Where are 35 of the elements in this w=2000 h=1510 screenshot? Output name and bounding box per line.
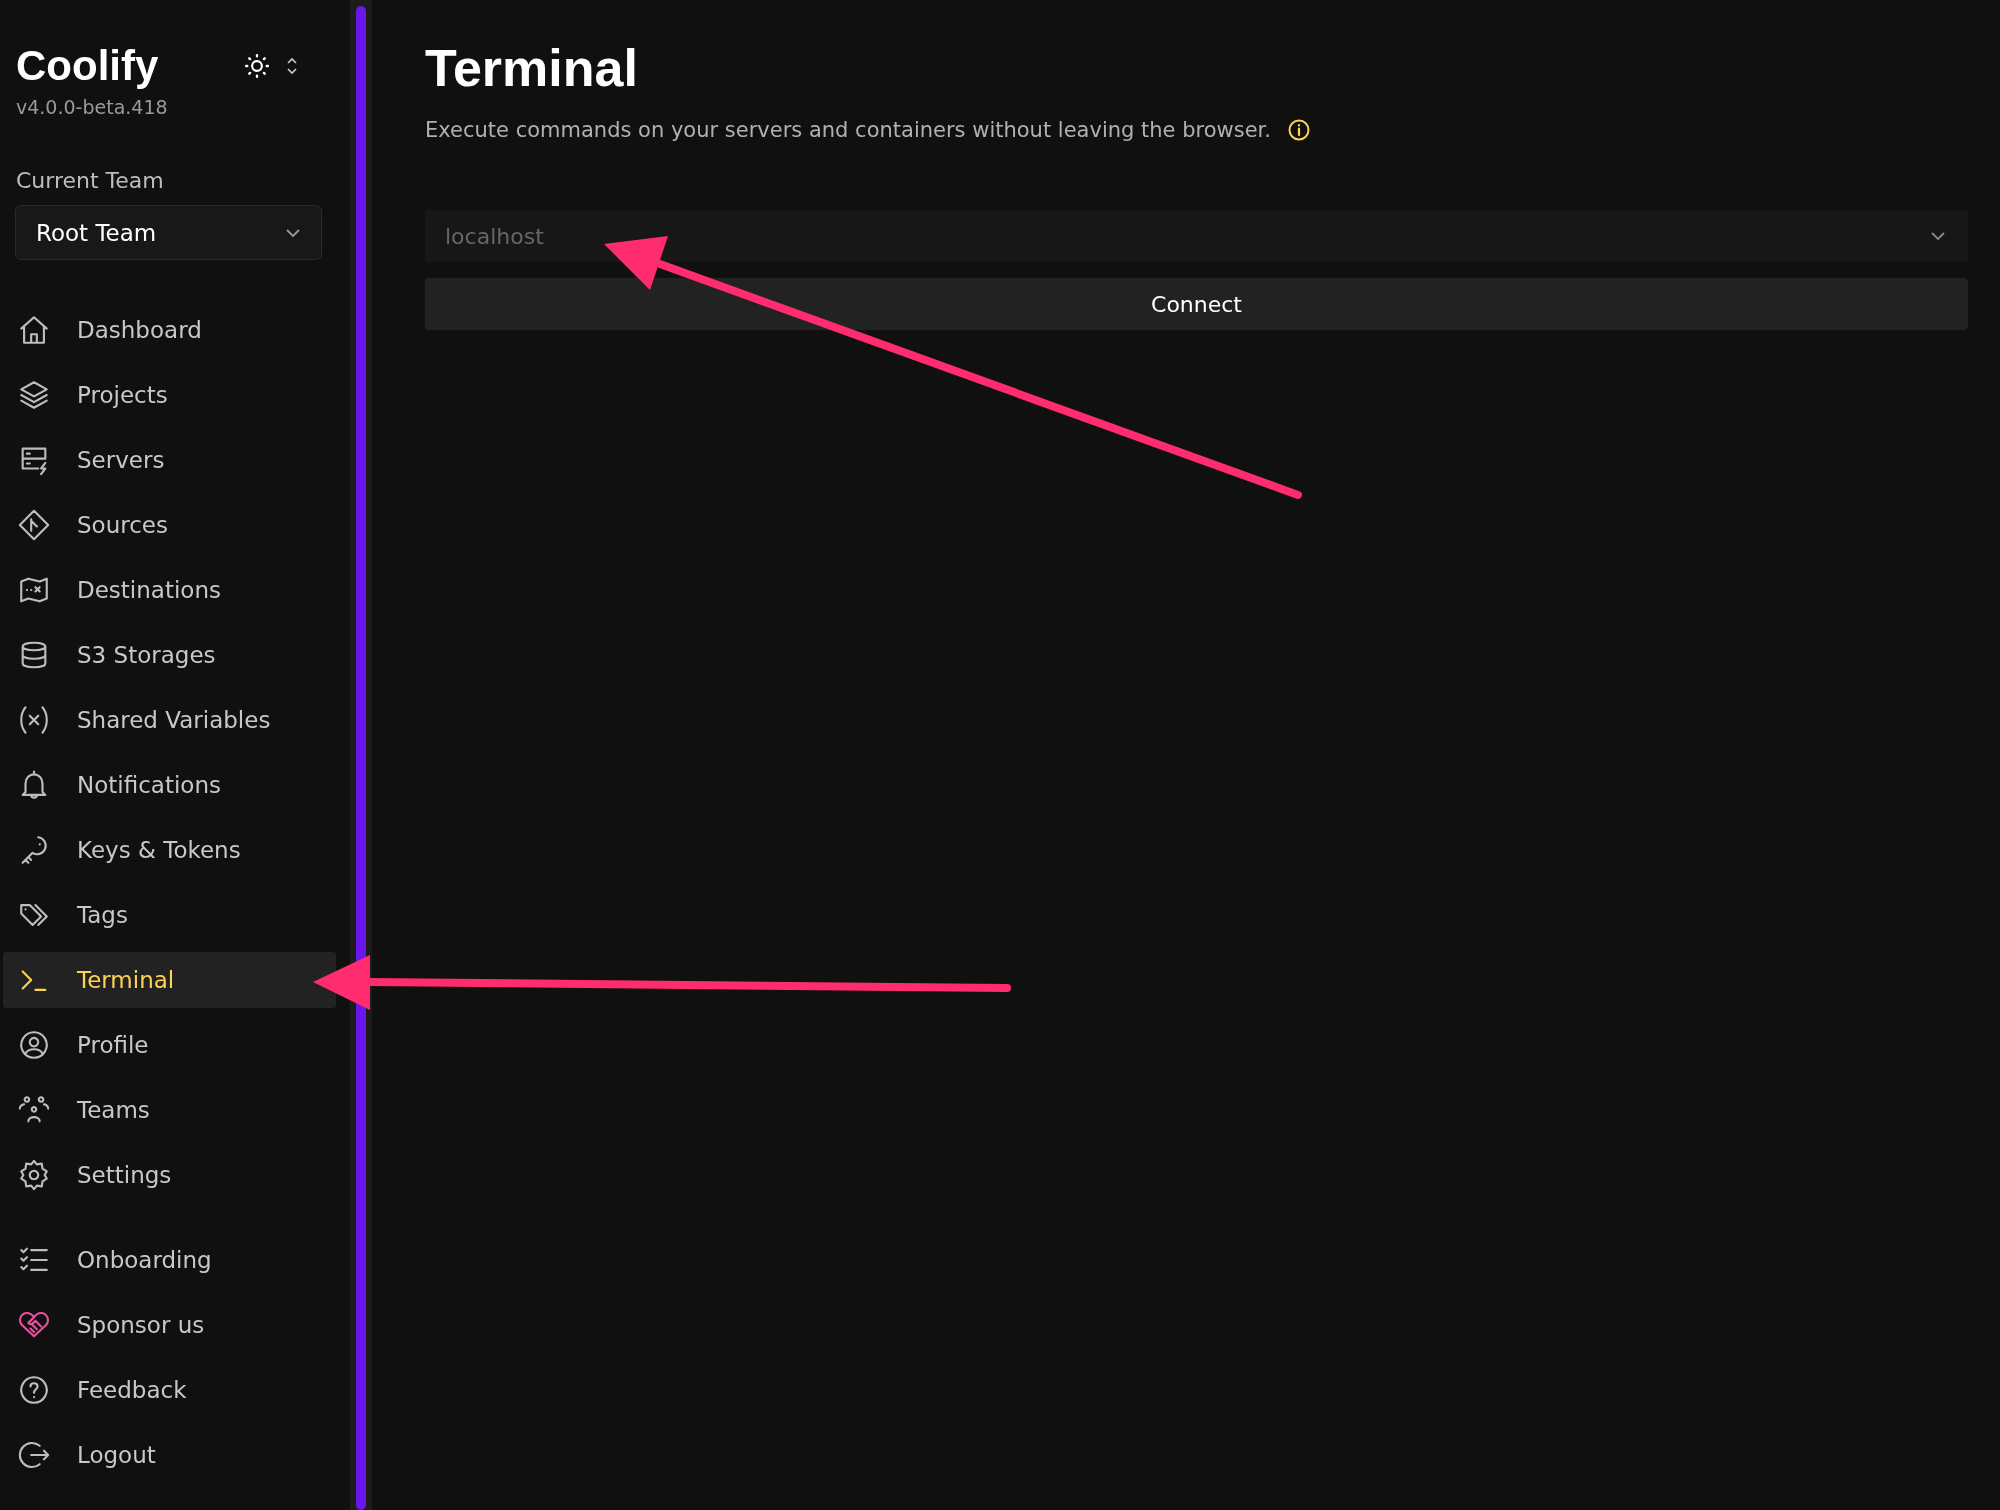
- chevron-updown-icon[interactable]: [286, 56, 298, 76]
- nav-item[interactable]: Onboarding: [3, 1232, 336, 1288]
- team-label: Current Team: [15, 167, 165, 195]
- layers-icon: [17, 378, 51, 412]
- connect-button[interactable]: Connect: [425, 278, 1968, 330]
- app-title: Coolify: [16, 42, 160, 90]
- git-diamond-icon: [17, 508, 51, 542]
- home-icon: [17, 313, 51, 347]
- nav-item[interactable]: Shared Variables: [3, 692, 336, 748]
- server-select[interactable]: localhost: [425, 210, 1968, 262]
- page-description: Execute commands on your servers and containers without leaving the browser.: [425, 118, 1271, 142]
- nav-item[interactable]: Teams: [3, 1082, 336, 1138]
- nav-item[interactable]: Sponsor us: [3, 1297, 336, 1353]
- page-title: Terminal: [425, 38, 639, 98]
- nav-item[interactable]: Logout: [3, 1427, 336, 1483]
- sun-icon[interactable]: [244, 53, 270, 79]
- version-label: v4.0.0-beta.418: [15, 95, 169, 118]
- nav-item[interactable]: Keys & Tokens: [3, 822, 336, 878]
- nav-item[interactable]: Feedback: [3, 1362, 336, 1418]
- nav-item[interactable]: Tags: [3, 887, 336, 943]
- settings-icon: [17, 1158, 51, 1192]
- nav-item[interactable]: Servers: [3, 432, 336, 488]
- nav-item[interactable]: Projects: [3, 367, 336, 423]
- nav-item[interactable]: Sources: [3, 497, 336, 553]
- info-icon[interactable]: [1286, 118, 1311, 142]
- nav-item[interactable]: S3 Storages: [3, 627, 336, 683]
- nav-item[interactable]: Notifications: [3, 757, 336, 813]
- nav-item[interactable]: Profile: [3, 1017, 336, 1073]
- variable-icon: [17, 703, 51, 737]
- nav-item[interactable]: Settings: [3, 1147, 336, 1203]
- nav-item[interactable]: Terminal: [3, 952, 336, 1008]
- team-select[interactable]: Root Team: [15, 205, 322, 260]
- nav-item[interactable]: Destinations: [3, 562, 336, 618]
- scrollbar-thumb[interactable]: [356, 6, 366, 1510]
- nav-item[interactable]: Dashboard: [3, 302, 336, 358]
